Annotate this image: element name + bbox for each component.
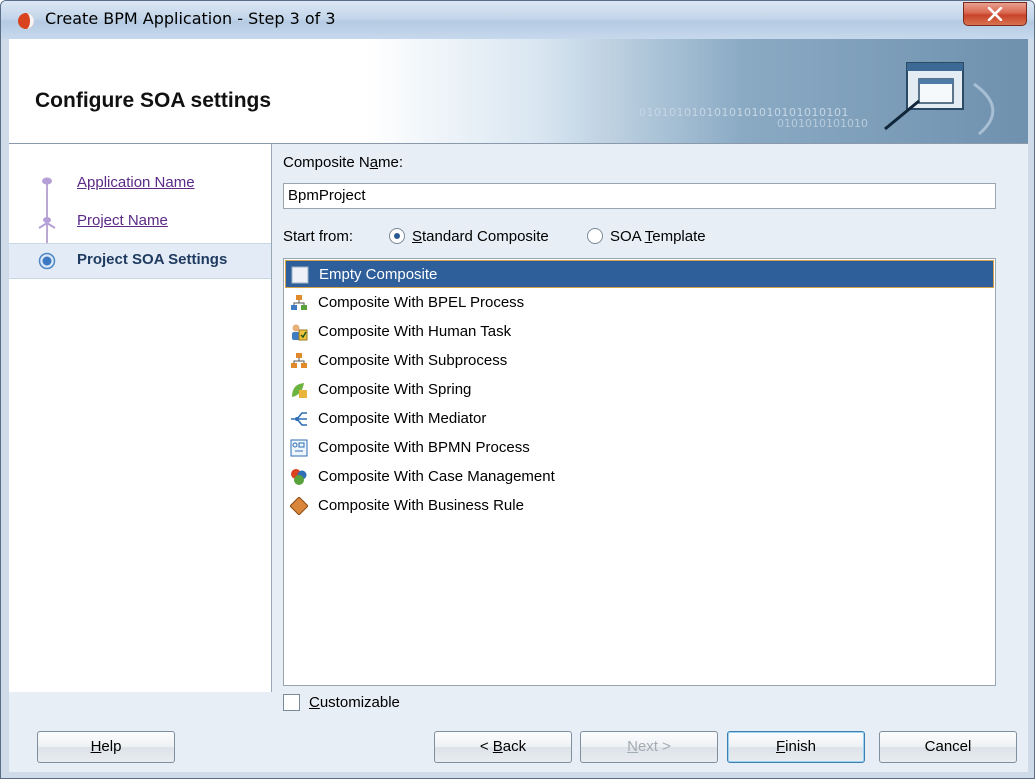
list-item[interactable]: Composite With BPEL Process: [285, 289, 994, 317]
nav-step-project-name[interactable]: Project Name: [9, 204, 271, 238]
wizard-steps-nav: Application Name Project Name Project SO…: [9, 144, 272, 692]
customizable-label[interactable]: Customizable: [309, 694, 400, 711]
app-icon: [18, 13, 34, 29]
header-decoration-text-2: 0101010101010: [777, 117, 868, 130]
mediator-icon: [291, 412, 307, 426]
wizard-window-icon: [884, 62, 964, 131]
header-swoosh-graphic: [973, 82, 995, 136]
window-title: Create BPM Application - Step 3 of 3: [45, 9, 336, 28]
empty-composite-icon: [291, 266, 309, 284]
nav-link-project-name[interactable]: Project Name: [77, 212, 168, 229]
list-item[interactable]: Empty Composite: [285, 260, 994, 288]
composite-template-list: Empty Composite Composite With BPEL Proc…: [283, 258, 996, 686]
finish-button[interactable]: Finish: [727, 731, 865, 763]
title-bar: Create BPM Application - Step 3 of 3: [1, 1, 1034, 39]
close-icon: [987, 7, 1003, 21]
list-item[interactable]: Composite With Subprocess: [285, 347, 994, 375]
next-button[interactable]: Next >: [580, 731, 718, 763]
step-visited-icon: [42, 177, 52, 185]
nav-step-project-soa-settings[interactable]: Project SOA Settings: [9, 243, 271, 279]
radio-selected-dot: [394, 233, 400, 239]
nav-label-project-soa-settings: Project SOA Settings: [77, 251, 228, 268]
radio-soa-template[interactable]: [587, 228, 603, 244]
nav-step-application-name[interactable]: Application Name: [9, 164, 271, 198]
subprocess-icon: [291, 353, 307, 368]
start-from-label: Start from:: [283, 228, 354, 245]
list-item[interactable]: Composite With Human Task: [285, 318, 994, 346]
step-visited-icon: [38, 217, 56, 229]
back-button[interactable]: < Back: [434, 731, 572, 763]
page-title: Configure SOA settings: [35, 89, 272, 112]
list-item[interactable]: Composite With BPMN Process: [285, 434, 994, 462]
customizable-checkbox[interactable]: [283, 694, 300, 711]
wizard-header: Configure SOA settings 01010101010101010…: [9, 39, 1028, 144]
list-item[interactable]: Composite With Case Management: [285, 463, 994, 491]
business-rule-icon: [290, 497, 308, 515]
bpmn-process-icon: [290, 439, 308, 457]
list-item[interactable]: Composite With Spring: [285, 376, 994, 404]
list-item[interactable]: Composite With Business Rule: [285, 492, 994, 520]
spring-icon: [292, 383, 307, 398]
bpel-process-icon: [291, 295, 307, 310]
dialog-body: Configure SOA settings 01010101010101010…: [9, 39, 1028, 772]
radio-standard-composite-label[interactable]: Standard Composite: [412, 228, 549, 245]
case-management-icon: [291, 469, 307, 485]
dialog-window: Create BPM Application - Step 3 of 3 Con…: [0, 0, 1035, 779]
settings-panel: Composite Name: BpmProject Start from: S…: [283, 144, 1028, 764]
help-button[interactable]: Help: [37, 731, 175, 763]
composite-name-label: Composite Name:: [283, 154, 404, 171]
human-task-icon: [292, 324, 308, 341]
radio-standard-composite[interactable]: [389, 228, 405, 244]
radio-soa-template-label[interactable]: SOA Template: [610, 228, 706, 245]
composite-name-input[interactable]: BpmProject: [283, 183, 996, 209]
cancel-button[interactable]: Cancel: [879, 731, 1017, 763]
list-item[interactable]: Composite With Mediator: [285, 405, 994, 433]
nav-link-application-name[interactable]: Application Name: [77, 174, 195, 191]
step-current-icon: [38, 252, 56, 270]
close-button[interactable]: [963, 2, 1027, 26]
